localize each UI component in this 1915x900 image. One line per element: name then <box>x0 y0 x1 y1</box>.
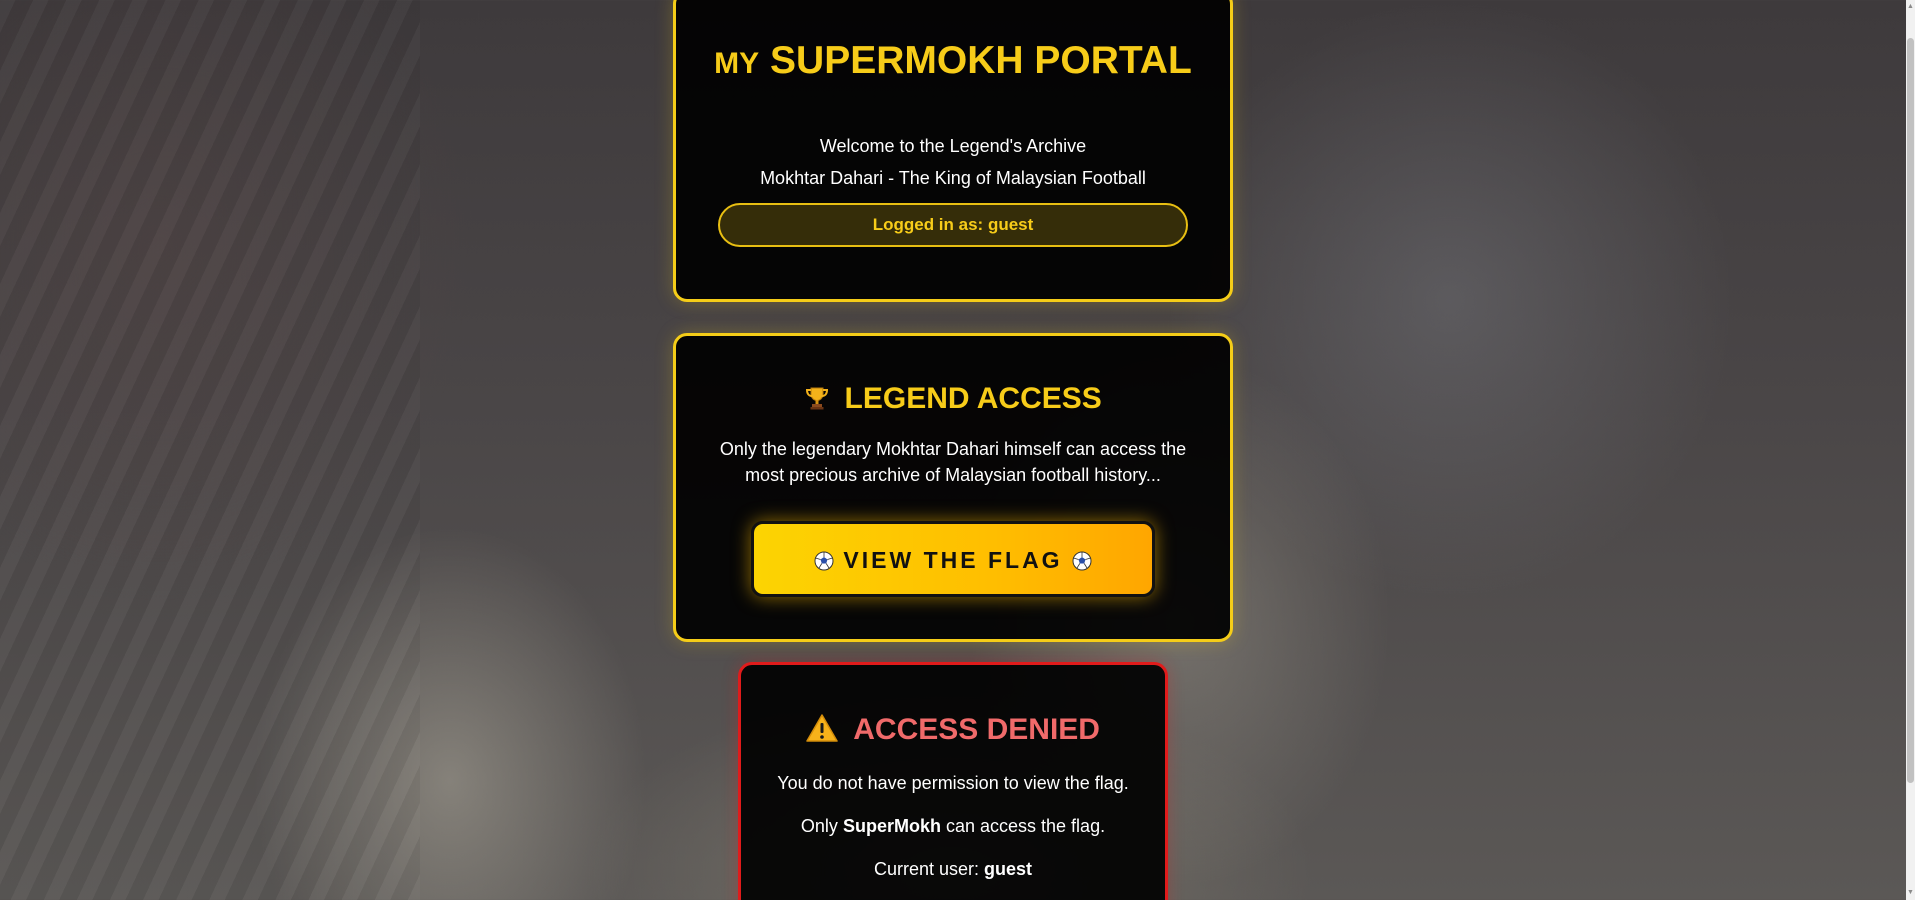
access-denied-card: ACCESS DENIED You do not have permission… <box>738 662 1168 900</box>
access-denied-title: ACCESS DENIED <box>741 713 1165 747</box>
logged-in-badge: Logged in as: guest <box>718 203 1188 247</box>
required-user-prefix: Only <box>800 816 838 836</box>
current-user-label: Current user: <box>873 859 979 879</box>
current-user-message: Current user: guest <box>741 859 1165 880</box>
page-title: MY SUPERMOKH PORTAL <box>676 38 1230 87</box>
portal-header-card: MY SUPERMOKH PORTAL Welcome to the Legen… <box>673 0 1233 302</box>
logged-in-user: guest <box>987 215 1034 234</box>
welcome-text: Welcome to the Legend's Archive <box>819 136 1087 156</box>
access-denied-title-text: ACCESS DENIED <box>853 713 1100 746</box>
required-user-name: SuperMokh <box>842 816 941 836</box>
soccer-ball-icon <box>1072 551 1092 571</box>
legend-access-description: Only the legendary Mokhtar Dahari himsel… <box>719 439 1187 485</box>
required-user-suffix: can access the flag. <box>945 816 1106 836</box>
title-main: SUPERMOKH PORTAL <box>770 39 1192 82</box>
tagline-text: Mokhtar Dahari - The King of Malaysian F… <box>760 168 1146 188</box>
current-user-name: guest <box>984 859 1033 879</box>
view-flag-button[interactable]: VIEW THE FLAG <box>751 521 1155 597</box>
scroll-down-icon[interactable]: ▼ <box>1906 886 1915 900</box>
permission-message: You do not have permission to view the f… <box>777 773 1129 793</box>
logged-in-label: Logged in as: <box>872 215 984 234</box>
required-user-message: Only SuperMokh can access the flag. <box>741 816 1165 837</box>
scroll-up-icon[interactable]: ▲ <box>1906 0 1915 14</box>
warning-icon <box>806 714 838 742</box>
title-prefix: MY <box>714 47 760 80</box>
scrollbar-thumb[interactable] <box>1907 38 1914 783</box>
soccer-ball-icon <box>814 551 834 571</box>
legend-access-title: LEGEND ACCESS <box>676 382 1230 416</box>
legend-access-card: LEGEND ACCESS Only the legendary Mokhtar… <box>673 333 1233 642</box>
background-image <box>0 0 420 900</box>
legend-access-title-text: LEGEND ACCESS <box>844 382 1102 415</box>
page-scrollbar[interactable]: ▲ ▼ <box>1906 0 1915 900</box>
view-flag-label: VIEW THE FLAG <box>843 547 1063 573</box>
trophy-icon <box>806 387 829 410</box>
